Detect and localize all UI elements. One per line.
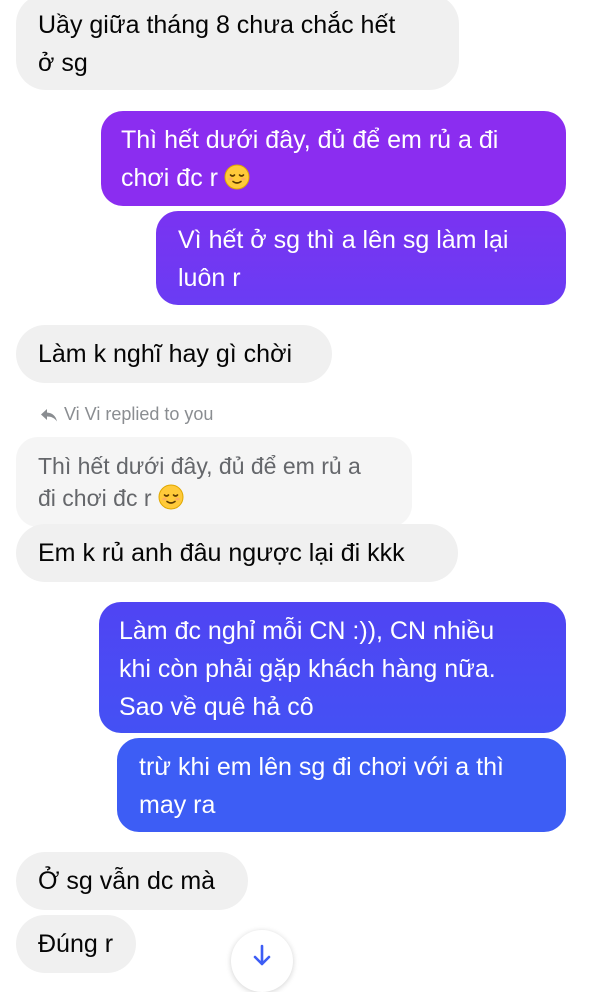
message-bubble-incoming[interactable]: Ở sg vẫn dc mà bbox=[16, 852, 248, 910]
relieved-face-emoji bbox=[158, 484, 184, 510]
message-text: Làm k nghĩ hay gì chời bbox=[38, 340, 293, 368]
reply-indicator: Vi Vi replied to you bbox=[40, 404, 213, 425]
message-bubble-outgoing[interactable]: Làm đc nghỉ mỗi CN :)), CN nhiều khi còn… bbox=[99, 602, 566, 733]
message-text: Đúng r bbox=[38, 930, 114, 958]
quoted-text: Thì hết dưới đây, đủ để em rủ a đi chơi … bbox=[38, 453, 361, 511]
message-bubble-incoming[interactable]: Làm k nghĩ hay gì chời bbox=[16, 325, 332, 383]
message-bubble-incoming[interactable]: Uầy giữa tháng 8 chưa chắc hết ở sg bbox=[16, 0, 459, 90]
message-text: Em k rủ anh đâu ngược lại đi kkk bbox=[38, 539, 405, 567]
message-bubble-outgoing[interactable]: Thì hết dưới đây, đủ để em rủ a đi chơi … bbox=[101, 111, 566, 206]
message-bubble-incoming[interactable]: Em k rủ anh đâu ngược lại đi kkk bbox=[16, 524, 458, 582]
message-text: Uầy giữa tháng 8 chưa chắc hết ở sg bbox=[38, 11, 396, 77]
arrow-down-icon bbox=[253, 944, 271, 966]
message-bubble-outgoing[interactable]: Vì hết ở sg thì a lên sg làm lại luôn r bbox=[156, 211, 566, 305]
reply-label-text: Vi Vi replied to you bbox=[64, 404, 214, 424]
message-text: Làm đc nghỉ mỗi CN :)), CN nhiều khi còn… bbox=[119, 617, 496, 721]
message-bubble-incoming[interactable]: Đúng r bbox=[16, 915, 136, 973]
message-text: Ở sg vẫn dc mà bbox=[38, 867, 216, 895]
quoted-message[interactable]: Thì hết dưới đây, đủ để em rủ a đi chơi … bbox=[16, 437, 412, 527]
relieved-face-emoji bbox=[224, 164, 250, 190]
message-text: Vì hết ở sg thì a lên sg làm lại luôn r bbox=[178, 226, 509, 292]
scroll-to-bottom-button[interactable] bbox=[231, 930, 293, 992]
reply-arrow-icon bbox=[41, 408, 57, 421]
message-text: Thì hết dưới đây, đủ để em rủ a đi chơi … bbox=[121, 126, 499, 192]
message-text: trừ khi em lên sg đi chơi với a thì may … bbox=[139, 753, 504, 819]
message-bubble-outgoing[interactable]: trừ khi em lên sg đi chơi với a thì may … bbox=[117, 738, 566, 832]
